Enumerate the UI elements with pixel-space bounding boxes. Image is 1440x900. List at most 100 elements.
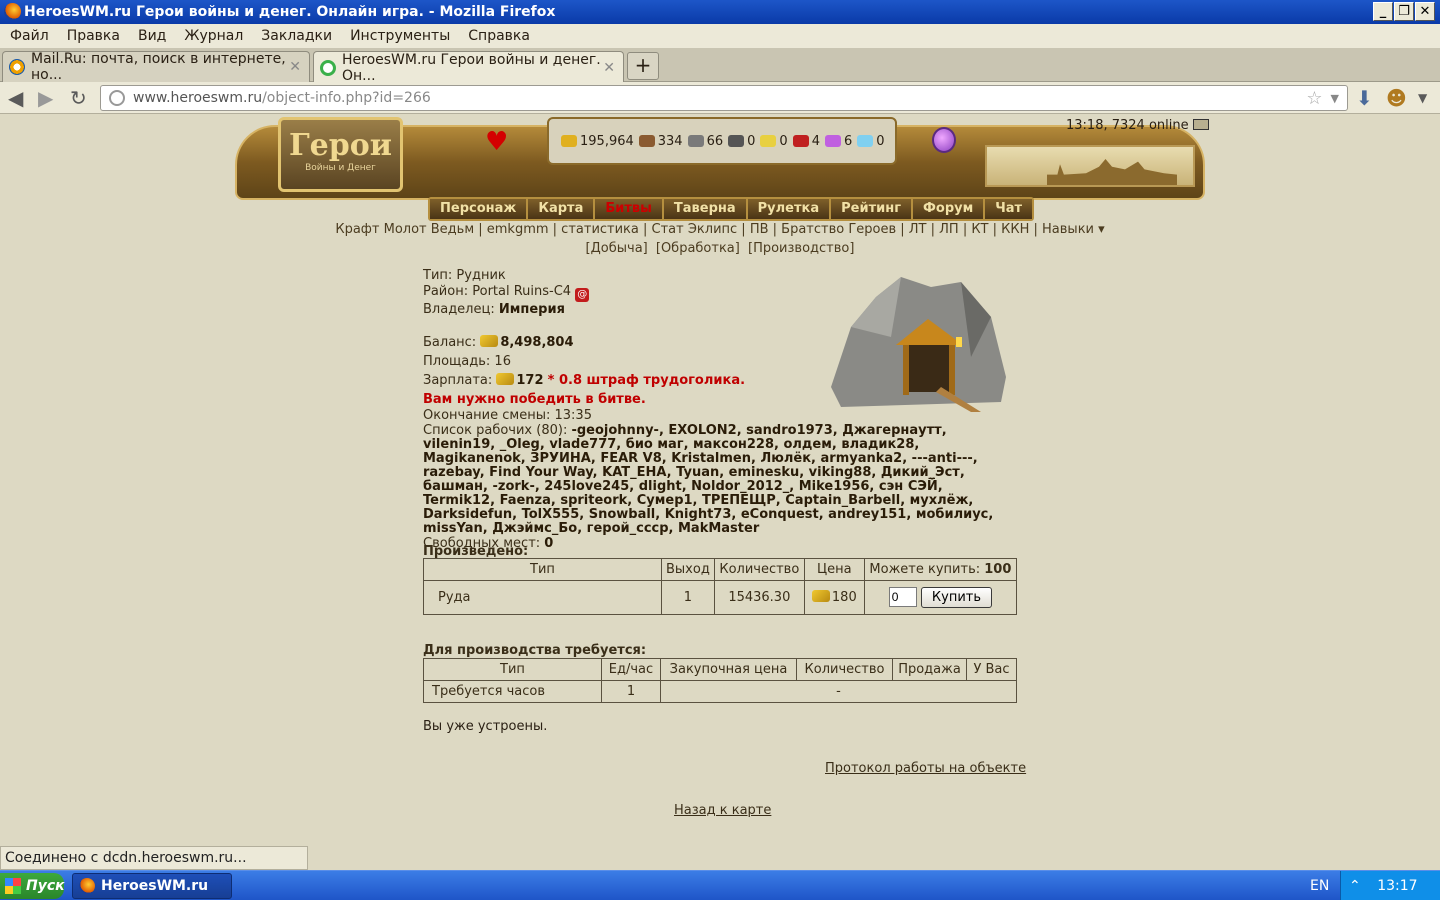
close-icon[interactable]: ✕ — [289, 59, 301, 75]
nav-battles[interactable]: Битвы — [595, 199, 664, 219]
required-table: Тип Ед/час Закупочная цена Количество Пр… — [423, 658, 1017, 703]
download-icon[interactable]: ⬇ — [1356, 86, 1373, 110]
back-to-map-link[interactable]: Назад к карте — [674, 803, 771, 818]
nav-rating[interactable]: Рейтинг — [831, 199, 914, 219]
start-button[interactable]: Пуск — [0, 873, 65, 899]
menu-help[interactable]: Справка — [468, 28, 530, 44]
menu-file[interactable]: Файл — [10, 28, 49, 44]
qty-value: 15436.30 — [713, 580, 805, 615]
price-cell: 180 — [803, 580, 865, 615]
diamond-icon — [857, 135, 874, 147]
protocol-link[interactable]: Протокол работы на объекте — [825, 761, 1026, 776]
nav-tavern[interactable]: Таверна — [663, 199, 748, 219]
mine-image — [831, 277, 1006, 412]
bookmark-star-icon[interactable]: ☆ — [1306, 88, 1322, 109]
wood-value: 334 — [657, 133, 683, 149]
nav-forum[interactable]: Форум — [913, 199, 986, 219]
new-tab-button[interactable]: + — [627, 52, 659, 80]
close-icon[interactable]: ✕ — [603, 60, 615, 76]
addon-icon[interactable]: ☻ — [1386, 86, 1407, 110]
game-header: Герои Войны и Денег ♥ 195,964 334 66 0 0… — [235, 115, 1209, 221]
district-link[interactable]: Portal Ruins-C4 — [472, 284, 571, 299]
col-qty: Количество — [713, 558, 805, 581]
gold-icon — [496, 373, 515, 385]
nav-character[interactable]: Персонаж — [430, 199, 529, 219]
game-logo[interactable]: Герои Войны и Денег — [278, 117, 403, 192]
buy-button[interactable]: Купить — [920, 587, 993, 608]
workers-list[interactable]: -geojohnny-, EXOLON2, sandro1973, Джагер… — [423, 423, 993, 536]
restore-button[interactable]: ❐ — [1394, 2, 1414, 21]
menu-history[interactable]: Журнал — [184, 28, 243, 44]
quantity-input[interactable] — [888, 587, 917, 607]
link-production[interactable]: [Производство] — [748, 241, 854, 256]
ore-icon — [687, 135, 704, 147]
resource-bar: 195,964 334 66 0 0 4 6 0 — [547, 117, 897, 165]
taskbar: Пуск HeroesWM.ru Ге... EN ⌃ 13:17 — [0, 870, 1440, 900]
buy-cell: Купить — [863, 580, 1018, 615]
col-sale: Продажа — [892, 658, 967, 681]
mana-flask-icon[interactable] — [932, 127, 956, 153]
castle-silhouette — [1047, 159, 1177, 185]
loading-icon — [320, 59, 336, 76]
url-dropdown-icon[interactable]: ▼ — [1331, 92, 1339, 105]
server-clock: 13:18, 7324 online — [1066, 118, 1209, 133]
gold-icon — [811, 590, 830, 602]
url-host: www.heroeswm.ru — [133, 90, 263, 106]
firefox-icon — [4, 3, 21, 20]
balance-value: 8,498,804 — [500, 335, 574, 350]
language-indicator[interactable]: EN — [1310, 871, 1329, 900]
menu-bar: Файл Правка Вид Журнал Закладки Инструме… — [0, 24, 1440, 48]
back-icon[interactable]: ◀ — [8, 86, 23, 110]
url-bar[interactable]: www.heroeswm.ru/object-info.php?id=266 ☆… — [100, 85, 1348, 111]
object-type: Рудник — [456, 268, 506, 283]
window-titlebar: HeroesWM.ru Герои войны и денег. Онлайн … — [0, 0, 1440, 24]
free-slots: 0 — [544, 536, 554, 551]
forward-icon[interactable]: ▶ — [38, 86, 53, 110]
link-processing[interactable]: [Обработка] — [656, 241, 740, 256]
menu-dropdown-icon[interactable]: ▼ — [1418, 91, 1427, 105]
reload-icon[interactable]: ↻ — [70, 86, 87, 110]
gold-icon — [480, 335, 499, 347]
taskbar-firefox-button[interactable]: HeroesWM.ru Ге... — [72, 873, 232, 899]
link-mining[interactable]: [Добыча] — [586, 241, 648, 256]
menu-bookmarks[interactable]: Закладки — [261, 28, 332, 44]
tab-label: HeroesWM.ru Герои войны и денег. Он... — [342, 51, 601, 84]
col-have: У Вас — [966, 658, 1017, 681]
tray-clock: 13:17 — [1377, 878, 1418, 894]
salary-value: 172 — [516, 373, 544, 388]
diamond-value: 0 — [876, 133, 885, 149]
owner-value: Империя — [498, 302, 565, 317]
url-path: /object-info.php?id=266 — [262, 90, 431, 106]
sulfur-value: 0 — [779, 133, 788, 149]
object-type-nav: [Добыча] [Обработка] [Производство] — [0, 241, 1440, 256]
mailru-icon — [9, 59, 25, 75]
close-button[interactable]: ✕ — [1415, 2, 1435, 21]
secondary-nav[interactable]: Крафт Молот Ведьм | emkgmm | статистика … — [0, 222, 1440, 237]
required-title: Для производства требуется: — [423, 643, 647, 658]
tab-mailru[interactable]: Mail.Ru: почта, поиск в интернете, но...… — [2, 51, 310, 83]
chat-icon[interactable] — [1192, 119, 1209, 130]
produced-title: Произведено: — [423, 544, 529, 559]
col-qty: Количество — [796, 658, 893, 681]
nav-map[interactable]: Карта — [528, 199, 596, 219]
mercury-value: 0 — [747, 133, 756, 149]
menu-edit[interactable]: Правка — [67, 28, 120, 44]
crystal-icon — [792, 135, 809, 147]
produced-table: Тип Выход Количество Цена Можете купить:… — [423, 558, 1018, 615]
tab-heroeswm[interactable]: HeroesWM.ru Герои войны и денег. Он... ✕ — [313, 51, 624, 84]
nav-roulette[interactable]: Рулетка — [747, 199, 832, 219]
system-tray: ⌃ 13:17 — [1340, 871, 1440, 900]
resource-type: Руда — [423, 580, 662, 615]
health-heart-icon[interactable]: ♥ — [485, 127, 508, 157]
col-purchase-price: Закупочная цена — [660, 658, 797, 681]
menu-view[interactable]: Вид — [138, 28, 166, 44]
sulfur-icon — [760, 135, 777, 147]
menu-tools[interactable]: Инструменты — [350, 28, 450, 44]
minimize-button[interactable]: _ — [1373, 2, 1393, 21]
col-output: Выход — [661, 558, 715, 581]
nav-bar: ◀ ▶ ↻ www.heroeswm.ru/object-info.php?id… — [0, 82, 1440, 114]
at-icon[interactable]: @ — [575, 288, 590, 302]
tray-expand-icon[interactable]: ⌃ — [1349, 878, 1361, 894]
nav-chat[interactable]: Чат — [985, 199, 1033, 219]
window-title: HeroesWM.ru Герои войны и денег. Онлайн … — [24, 4, 556, 20]
